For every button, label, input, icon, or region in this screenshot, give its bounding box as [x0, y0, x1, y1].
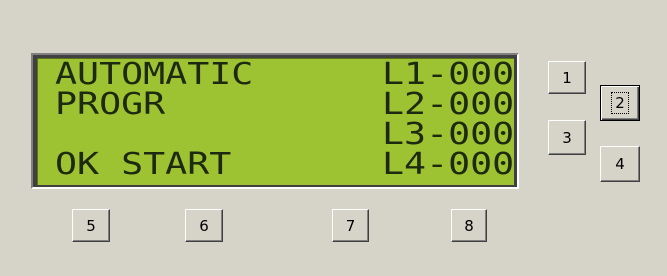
lcd-row-1-left: AUTOMATIC [55, 58, 254, 92]
button-6[interactable]: 6 [185, 209, 223, 242]
lcd-row-2-left: PROGR [55, 87, 166, 122]
lcd-display: AUTOMATIC L1-000 PROGR L2-000 L3-000 OK … [37, 58, 514, 185]
button-6-label: 6 [199, 216, 209, 235]
button-8[interactable]: 8 [451, 209, 487, 242]
button-2[interactable]: 2 [600, 85, 640, 121]
button-3-label: 3 [562, 128, 572, 147]
lcd-row-1-right: L1-000 [382, 58, 514, 92]
button-7[interactable]: 7 [332, 209, 369, 242]
button-3[interactable]: 3 [548, 120, 586, 155]
button-2-label: 2 [611, 92, 629, 114]
button-7-label: 7 [345, 216, 356, 235]
lcd-row-4-right: L4-000 [382, 147, 514, 182]
button-8-label: 8 [464, 216, 474, 235]
button-5-label: 5 [86, 216, 96, 235]
lcd-row-3-right: L3-000 [382, 117, 514, 152]
lcd-row-4-left: OK START [55, 147, 232, 182]
button-4-label: 4 [615, 155, 625, 173]
button-5[interactable]: 5 [72, 209, 110, 242]
button-1-label: 1 [562, 68, 572, 87]
button-1[interactable]: 1 [548, 61, 586, 94]
button-4[interactable]: 4 [600, 146, 640, 182]
lcd-row-2-right: L2-000 [382, 87, 514, 122]
